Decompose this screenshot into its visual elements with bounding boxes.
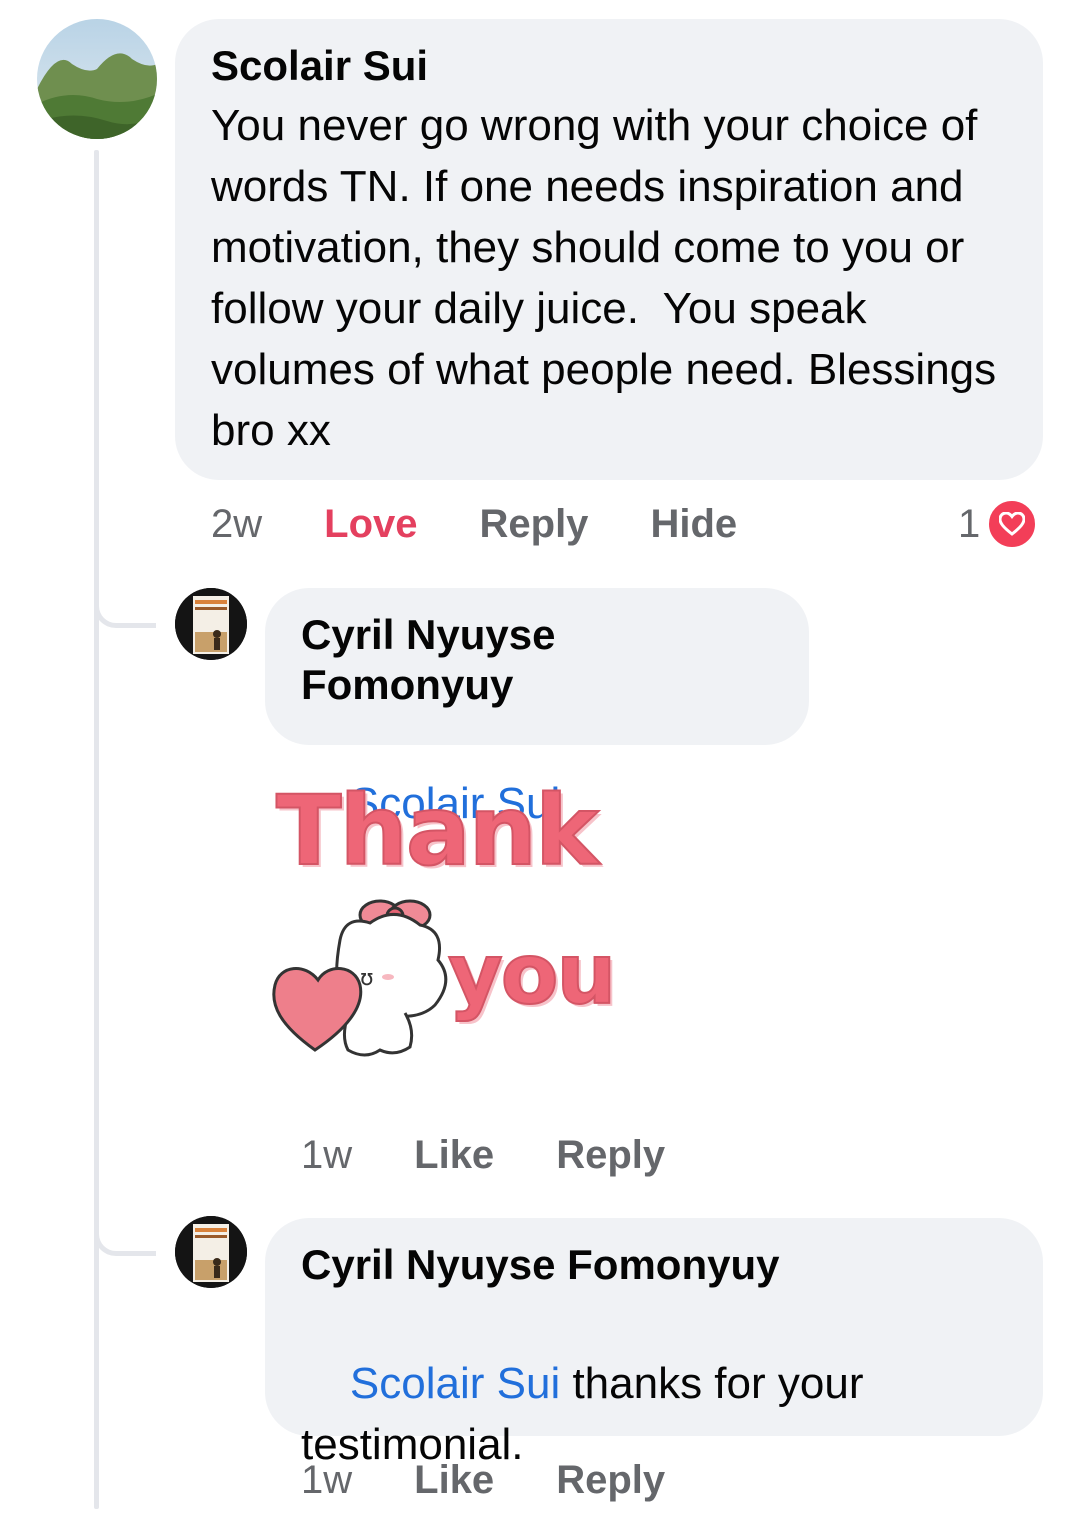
avatar[interactable] — [37, 19, 157, 139]
mention-link[interactable]: Scolair Sui — [350, 1359, 560, 1408]
reply-bubble: Cyril Nyuyse Fomonyuy Scolair Sui — [265, 588, 809, 828]
heart-icon — [986, 498, 1039, 550]
reply-timestamp[interactable]: 1w — [301, 1133, 352, 1178]
comment-author[interactable]: Scolair Sui — [211, 41, 1007, 91]
reply-author[interactable]: Cyril Nyuyse Fomonyuy — [301, 610, 773, 710]
comment-text: You never go wrong with your choice of w… — [211, 101, 1009, 455]
like-button[interactable]: Like — [414, 1133, 494, 1178]
reply-timestamp[interactable]: 1w — [301, 1458, 352, 1503]
comment-bubble: Scolair Sui You never go wrong with your… — [175, 19, 1043, 480]
hide-button[interactable]: Hide — [650, 502, 737, 547]
reaction-count: 1 — [958, 501, 981, 546]
avatar[interactable] — [175, 588, 247, 660]
like-button[interactable]: Like — [414, 1458, 494, 1503]
reply-actions: 1w Like Reply — [301, 1133, 727, 1178]
reply-button[interactable]: Reply — [556, 1133, 665, 1178]
reply-actions: 1w Like Reply — [301, 1458, 727, 1503]
sticker-text: Thank — [275, 774, 600, 888]
avatar[interactable] — [175, 1216, 247, 1288]
bunny-heart-icon: ʊ — [272, 899, 448, 1057]
comment-timestamp[interactable]: 2w — [211, 502, 262, 547]
comment-actions: 2w Love Reply Hide — [211, 502, 799, 547]
thread-line — [94, 150, 99, 1509]
sticker-text: you — [447, 924, 617, 1024]
reaction-summary[interactable]: 1 — [958, 498, 1039, 550]
thank-you-sticker[interactable]: Thank ʊ you — [270, 774, 620, 1075]
thread-branch — [94, 1216, 156, 1256]
reply-author[interactable]: Cyril Nyuyse Fomonyuy — [301, 1240, 1007, 1290]
reply-bubble: Cyril Nyuyse Fomonyuy Scolair Sui thanks… — [265, 1218, 1043, 1469]
svg-text:ʊ: ʊ — [360, 966, 374, 991]
reply-button[interactable]: Reply — [556, 1458, 665, 1503]
love-button[interactable]: Love — [324, 502, 417, 547]
reply-button[interactable]: Reply — [480, 502, 589, 547]
thread-branch — [94, 588, 156, 628]
